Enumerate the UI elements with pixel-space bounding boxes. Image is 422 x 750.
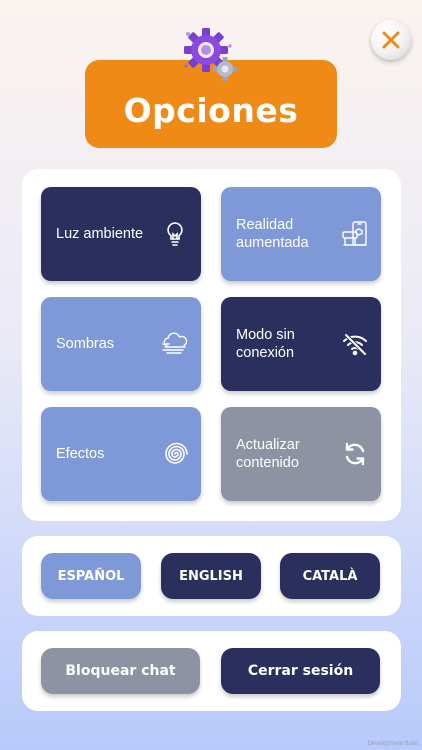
augmented-reality-option[interactable]: Realidad aumentada <box>221 187 381 281</box>
shadows-option[interactable]: Sombras <box>41 297 201 391</box>
language-label: CATALÀ <box>302 568 358 584</box>
close-icon <box>382 31 400 49</box>
language-label: ESPAÑOL <box>57 568 125 584</box>
spiral-icon <box>165 442 188 464</box>
refresh-icon <box>345 442 365 466</box>
language-english-button[interactable]: ENGLISH <box>161 553 261 599</box>
cloud-shadow-icon <box>162 332 188 354</box>
options-panel: Luz ambiente Realidad aumentada Sombras <box>22 169 401 521</box>
logout-button[interactable]: Cerrar sesión <box>221 648 380 694</box>
page-title: Opciones <box>123 90 299 130</box>
option-label: Sombras <box>56 336 115 352</box>
watermark: Development Build <box>367 741 418 747</box>
ambient-light-option[interactable]: Luz ambiente <box>41 187 201 281</box>
option-label: Realidad aumentada <box>236 217 309 251</box>
effects-option[interactable]: Efectos <box>41 407 201 501</box>
language-spanish-button[interactable]: ESPAÑOL <box>41 553 141 599</box>
language-catalan-button[interactable]: CATALÀ <box>280 553 380 599</box>
language-label: ENGLISH <box>179 568 243 584</box>
lightbulb-icon <box>167 222 183 246</box>
option-label: Efectos <box>56 446 105 462</box>
augmented-reality-icon <box>342 221 367 246</box>
logout-label: Cerrar sesión <box>247 663 354 679</box>
gears-icon <box>184 28 237 81</box>
option-label: Actualizar contenido <box>236 437 300 471</box>
close-button[interactable] <box>371 20 411 60</box>
offline-mode-option[interactable]: Modo sin conexión <box>221 297 381 391</box>
option-label: Modo sin conexión <box>236 327 295 361</box>
option-label: Luz ambiente <box>56 226 144 242</box>
actions-panel: Bloquear chat Cerrar sesión <box>22 631 401 711</box>
update-content-option[interactable]: Actualizar contenido <box>221 407 381 501</box>
wifi-off-icon <box>343 333 367 356</box>
language-panel: ESPAÑOL ENGLISH CATALÀ <box>22 536 401 616</box>
block-chat-label: Bloquear chat <box>65 663 176 679</box>
block-chat-button[interactable]: Bloquear chat <box>41 648 200 694</box>
